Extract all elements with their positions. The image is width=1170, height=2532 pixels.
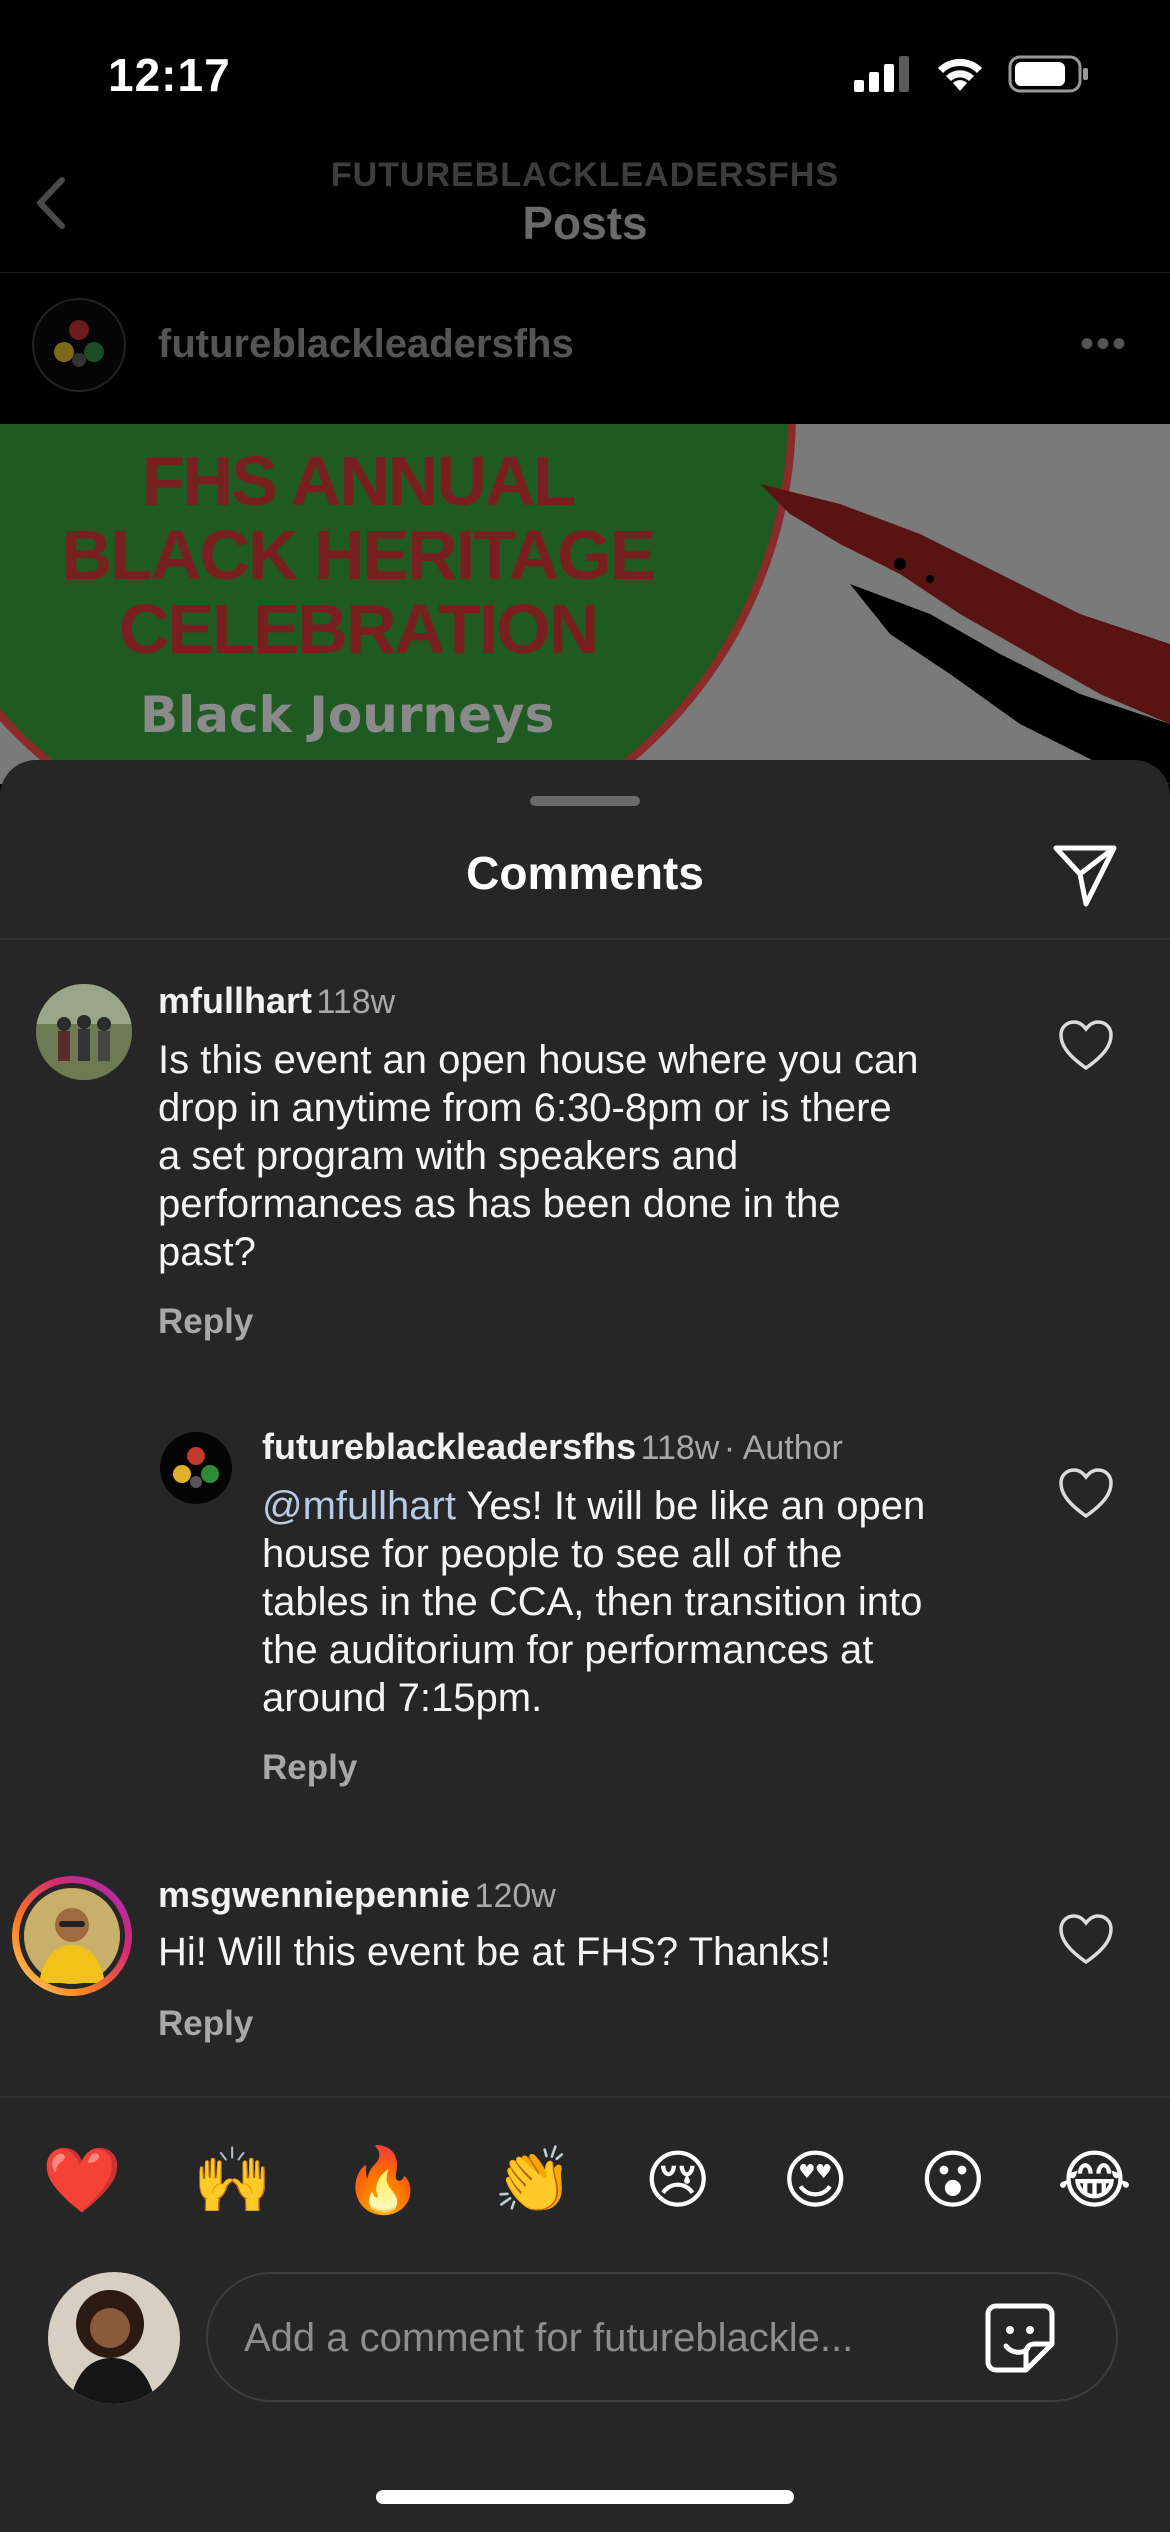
comment-time: 118w [640,1429,720,1467]
reply-button[interactable]: Reply [158,1302,253,1342]
comment-text: @mfullhart Yes! It will be like an open … [262,1482,1022,1722]
commenter-avatar[interactable] [160,1432,232,1504]
status-icons [854,54,1090,94]
home-indicator[interactable] [376,2490,794,2504]
emoji-surprised-button[interactable]: 😮 [920,2144,987,2216]
comment-header: futureblackleadersfhs 118w · Author [262,1426,843,1468]
like-heart-icon[interactable] [1058,1020,1114,1072]
emoji-reaction-bar: ❤️ 🙌 🔥 👏 😢 😍 😮 😂 [42,2144,1132,2216]
africa-map-graphic [760,484,1170,784]
comment-text-line: drop in anytime from 6:30-8pm or is ther… [158,1086,892,1130]
like-heart-icon[interactable] [1058,1914,1114,1966]
commenter-avatar [19,1883,125,1989]
comment-text-line: past? [158,1230,256,1274]
header-username: FUTUREBLACKLEADERSFHS [330,156,840,194]
wifi-icon [938,58,982,91]
commenter-avatar[interactable] [36,984,132,1080]
header-divider [0,272,1170,273]
comment-header: msgwenniepennie 120w [158,1874,556,1916]
more-options-icon[interactable]: ••• [1080,322,1128,367]
comment-text-line: tables in the CCA, then transition into [262,1580,923,1624]
comment-time: 118w [316,983,396,1021]
comment-text-line: Is this event an open house where you ca… [158,1038,919,1082]
emoji-divider [0,2096,1170,2098]
comment-username[interactable]: msgwenniepennie [158,1874,470,1915]
emoji-fire-button[interactable]: 🔥 [343,2144,423,2216]
emoji-raised-hands-button[interactable]: 🙌 [193,2144,273,2216]
comment-input-placeholder[interactable]: Add a comment for futureblackle... [244,2316,924,2361]
comment-time: 120w [474,1877,556,1915]
reply-button[interactable]: Reply [158,2004,253,2044]
sheet-divider [0,938,1170,940]
comment-text-line: a set program with speakers and [158,1134,739,1178]
story-ring[interactable] [12,1876,132,1996]
comment-username[interactable]: futureblackleadersfhs [262,1426,636,1467]
emoji-clap-button[interactable]: 👏 [494,2144,574,2216]
group-photo-icon [36,984,132,1080]
comment-text-line: performances as has been done in the [158,1182,841,1226]
hands-logo-icon [54,320,104,367]
comment-text: Hi! Will this event be at FHS? Thanks! [158,1928,1008,1976]
comment-username[interactable]: mfullhart [158,980,312,1021]
current-user-avatar [48,2272,180,2404]
image-subtitle: Black Journeys [140,686,555,744]
sheet-title: Comments [466,847,704,899]
post-author-avatar[interactable] [32,298,126,392]
signal-icon [854,56,909,92]
author-badge: · Author [723,1429,843,1467]
sheet-drag-handle[interactable] [530,796,640,806]
reply-button[interactable]: Reply [262,1748,357,1788]
post-image: FHS ANNUAL BLACK HERITAGE CELEBRATION Bl… [0,424,1170,784]
hands-logo-icon [173,1447,219,1488]
emoji-heart-button[interactable]: ❤️ [42,2144,122,2216]
comment-header: mfullhart 118w [158,980,395,1022]
comment-text: Is this event an open house where you ca… [158,1036,1008,1276]
share-paper-plane-icon[interactable] [1050,840,1120,910]
person-photo-icon [24,1888,120,1984]
status-time: 12:17 [108,49,231,101]
emoji-cry-button[interactable]: 😢 [644,2144,711,2216]
emoji-heart-eyes-button[interactable]: 😍 [782,2144,849,2216]
sticker-icon[interactable] [982,2300,1058,2376]
mention-link[interactable]: @mfullhart [262,1484,456,1528]
comment-text-line: around 7:15pm. [262,1676,543,1720]
battery-icon [1008,55,1088,93]
comment-text-line: house for people to see all of the [262,1532,843,1576]
comment-text-fragment: Yes! It will be like an open [455,1484,926,1528]
like-heart-icon[interactable] [1058,1468,1114,1520]
comment-text-line: @mfullhart Yes! It will be like an open [262,1482,1022,1530]
comment-text-line: the auditorium for performances at [262,1628,874,1672]
user-photo-icon [48,2272,180,2404]
page-title: Posts [522,197,648,249]
image-title: FHS ANNUAL BLACK HERITAGE CELEBRATION [61,442,657,668]
emoji-laugh-button[interactable]: 😂 [1057,2144,1132,2216]
post-username[interactable]: futureblackleadersfhs [158,322,574,367]
comment-text-line: Hi! Will this event be at FHS? Thanks! [158,1930,831,1974]
